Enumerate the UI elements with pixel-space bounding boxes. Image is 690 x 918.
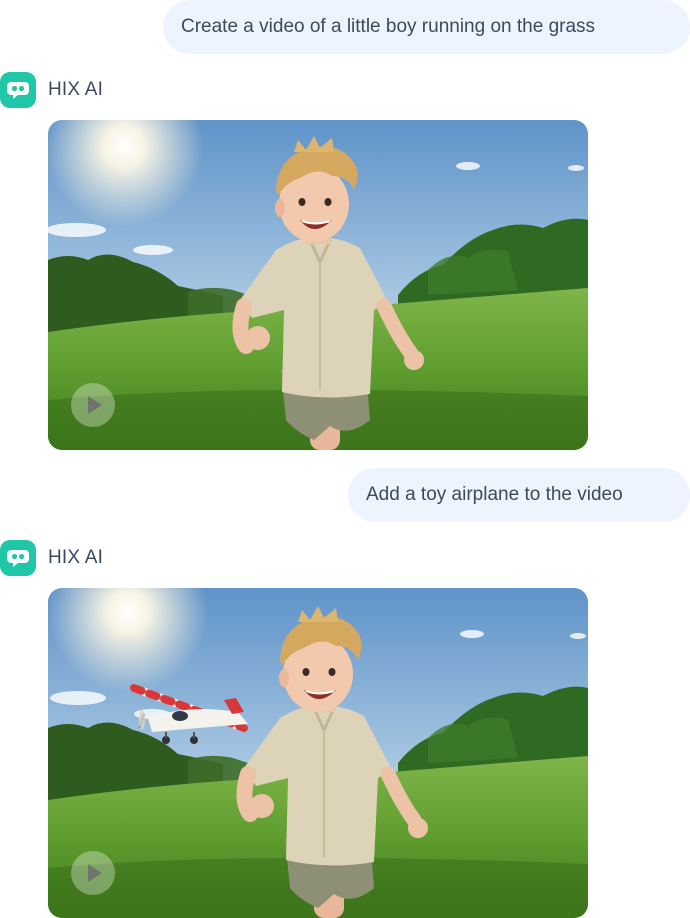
hix-ai-logo-icon [0,72,36,108]
play-button[interactable] [71,851,115,895]
video-thumbnail [48,120,588,450]
user-message-text: Create a video of a little boy running o… [181,16,596,37]
generated-video[interactable] [48,120,588,450]
generated-video[interactable] [48,588,588,918]
play-button[interactable] [71,383,115,427]
assistant-header: HIX AI [0,540,103,576]
assistant-name: HIX AI [48,79,104,100]
user-message-text: Add a toy airplane to the video [366,484,623,505]
play-icon [88,396,102,414]
assistant-header: HIX AI [0,72,103,108]
hix-ai-logo-icon [0,540,36,576]
assistant-name: HIX AI [48,547,104,568]
play-icon [88,864,102,882]
user-message-bubble: Create a video of a little boy running o… [163,0,690,54]
video-thumbnail [48,588,588,918]
user-message-bubble: Add a toy airplane to the video [348,468,690,522]
